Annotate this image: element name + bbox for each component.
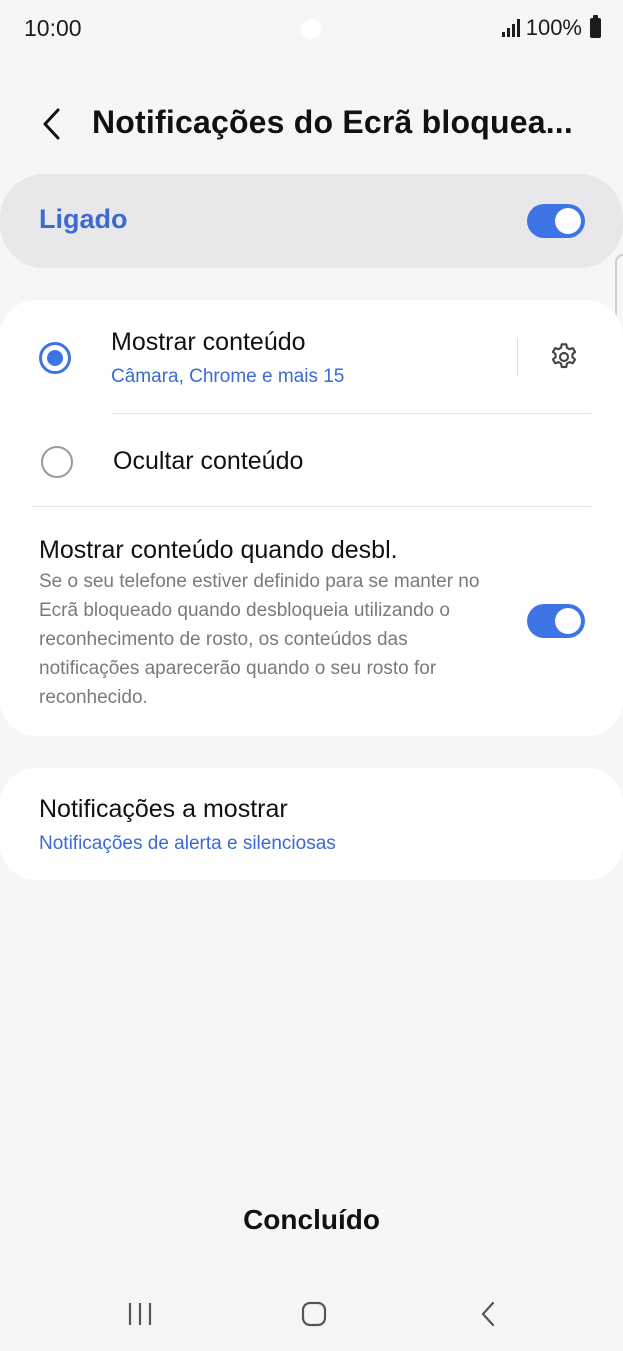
option-hide-content[interactable]: Ocultar conteúdo: [0, 414, 623, 506]
back-icon: [481, 1301, 495, 1327]
show-when-unlocked-row[interactable]: Mostrar conteúdo quando desbl. Se o seu …: [0, 507, 623, 727]
content-options-card: Mostrar conteúdo Câmara, Chrome e mais 1…: [0, 300, 623, 736]
show-content-settings-button[interactable]: [544, 337, 584, 377]
recents-button[interactable]: [110, 1294, 170, 1334]
page-title: Notificações do Ecrã bloquea...: [92, 104, 573, 140]
camera-cutout: [301, 19, 321, 39]
back-button[interactable]: [30, 102, 74, 146]
option-show-content[interactable]: Mostrar conteúdo Câmara, Chrome e mais 1…: [0, 300, 510, 414]
toggle-knob: [555, 608, 581, 634]
gear-icon: [551, 343, 577, 369]
screen: 10:00 100% Notificações do Ecrã bloquea.…: [0, 0, 623, 1351]
battery-icon: [590, 15, 601, 38]
notifications-to-show-row[interactable]: Notificações a mostrar Notificações de a…: [0, 768, 623, 880]
option-show-content-title: Mostrar conteúdo: [111, 328, 306, 356]
toggle-knob: [555, 208, 581, 234]
done-button[interactable]: Concluído: [0, 1196, 623, 1244]
vertical-divider: [517, 338, 518, 376]
system-back-button[interactable]: [458, 1294, 518, 1334]
status-time: 10:00: [24, 15, 82, 41]
notifications-to-show-title: Notificações a mostrar: [39, 795, 288, 823]
show-when-unlocked-description: Se o seu telefone estiver definido para …: [39, 571, 480, 708]
radio-hide-content[interactable]: [41, 446, 73, 478]
home-icon: [301, 1301, 327, 1327]
status-icons: 100%: [501, 15, 601, 41]
show-when-unlocked-title: Mostrar conteúdo quando desbl.: [39, 536, 398, 564]
master-toggle-switch[interactable]: [527, 204, 585, 238]
chevron-left-icon: [43, 108, 60, 140]
battery-percent: 100%: [525, 15, 582, 40]
recents-icon: [128, 1303, 152, 1325]
master-toggle-label: Ligado: [39, 204, 128, 234]
status-bar: 10:00 100%: [0, 0, 623, 58]
home-button[interactable]: [284, 1294, 344, 1334]
master-toggle-row[interactable]: Ligado: [0, 174, 623, 268]
show-when-unlocked-switch[interactable]: [527, 604, 585, 638]
navigation-bar: [0, 1282, 623, 1351]
radio-show-content[interactable]: [39, 342, 71, 374]
notifications-to-show-value: Notificações de alerta e silenciosas: [39, 833, 336, 854]
app-header: Notificações do Ecrã bloquea...: [0, 92, 623, 156]
signal-icon: [501, 19, 520, 37]
option-show-content-subtitle: Câmara, Chrome e mais 15: [111, 366, 345, 387]
option-hide-content-title: Ocultar conteúdo: [113, 447, 304, 475]
